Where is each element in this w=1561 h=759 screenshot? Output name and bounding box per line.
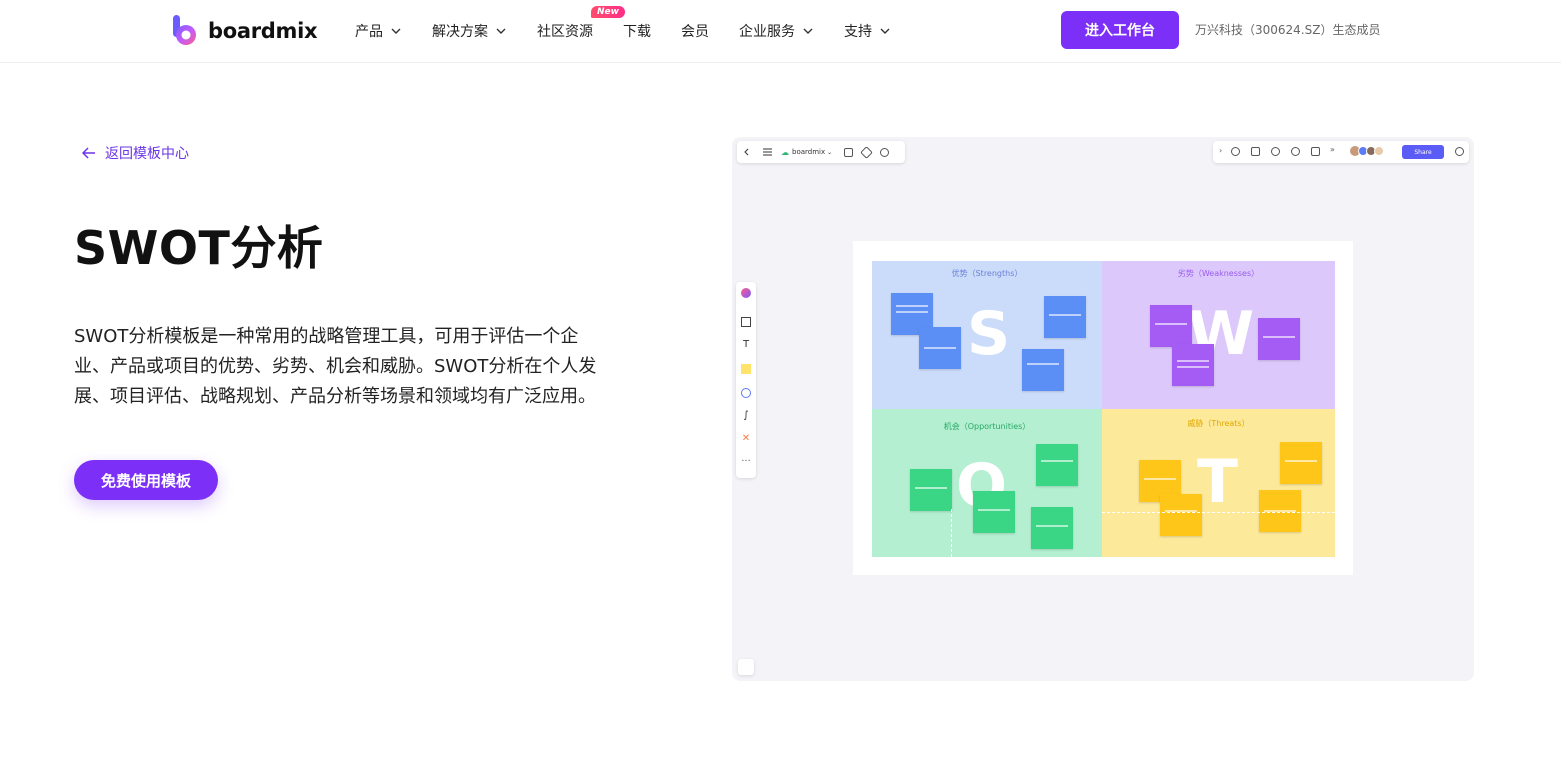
use-template-button[interactable]: 免费使用模板 [74,460,218,500]
nav-item-download[interactable]: 下载 [623,21,651,41]
guide-line [951,509,953,557]
workspace-name: boardmix [792,148,826,156]
site-header: boardmix 产品 解决方案 社区资源 New 下载 会员 企业服务 支持 … [0,0,1561,63]
templates-icon [741,288,751,298]
page-title: SWOT分析 [74,221,324,275]
more-icon: ··· [741,456,751,467]
back-to-templates-link[interactable]: 返回模板中心 [82,143,189,163]
opportunities-quadrant: 机会（Opportunities） O [872,409,1102,557]
threats-quadrant: 威胁（Threats） T [1102,409,1335,557]
chevron-left-icon [744,148,749,156]
sticky-note [1036,444,1078,486]
nav-item-community[interactable]: 社区资源 New [537,6,625,41]
vote-icon [1311,147,1320,156]
nav-item-products[interactable]: 产品 [355,21,402,41]
quadrant-letter: T [1197,447,1238,517]
comment-icon [1271,147,1280,156]
sticky-note [1022,349,1064,391]
ecosystem-text: 万兴科技（300624.SZ）生态成员 [1195,23,1381,37]
nav-item-label: 会员 [681,24,709,40]
back-link-label: 返回模板中心 [105,146,189,162]
preview-side-toolbar: T ∫ ✕ ··· [736,282,756,478]
menu-icon [763,148,772,156]
double-chevron-down-icon: » [1330,145,1335,154]
sticky-note [1160,494,1202,536]
weaknesses-quadrant: 劣势（Weaknesses） W [1102,261,1335,409]
nav-item-membership[interactable]: 会员 [681,21,709,41]
brand-logo[interactable]: boardmix [172,14,318,48]
nav-item-enterprise[interactable]: 企业服务 [739,21,814,41]
main-nav: 产品 解决方案 社区资源 New 下载 会员 企业服务 支持 [355,0,921,62]
sticky-note [1172,344,1214,386]
minimap-icon [738,659,754,675]
chevron-down-icon [496,28,506,34]
avatar [1374,146,1384,156]
shape-icon [741,388,751,398]
nav-item-label: 产品 [355,24,383,40]
quadrant-label: 优势（Strengths） [951,269,1023,278]
sticky-note [910,469,952,511]
new-badge: New [591,6,625,18]
pen-icon: ∫ [743,410,749,421]
chevron-right-icon: › [1219,146,1223,155]
quadrant-letter: S [967,299,1011,369]
sticky-note [1258,318,1300,360]
sticky-note-icon [741,364,751,374]
chevron-down-icon [803,28,813,34]
cursor-icon [1251,147,1260,156]
sticky-note [1044,296,1086,338]
download-icon [844,147,854,157]
template-preview: ☁ boardmix ⌄ › » Share T ∫ ✕ ··· 优势（Stre… [732,137,1474,681]
play-icon [1231,147,1240,156]
arrow-left-icon [82,147,95,159]
boardmix-logo-icon [172,15,198,47]
nav-item-solutions[interactable]: 解决方案 [432,21,507,41]
chevron-down-icon: ⌄ [827,148,833,156]
share-button[interactable]: Share [1402,145,1444,159]
enter-workspace-button[interactable]: 进入工作台 [1061,11,1179,49]
frame-icon [741,317,751,327]
timer-icon [1291,147,1300,156]
sticky-note [1031,507,1073,549]
nav-item-label: 企业服务 [739,24,795,40]
nav-item-label: 支持 [844,24,872,40]
sticky-note [1259,490,1301,532]
swot-board: 优势（Strengths） S 劣势（Weaknesses） W 机会（Oppo… [853,241,1353,575]
tag-icon [860,145,874,159]
cloud-icon: ☁ [781,147,789,157]
sticky-note [1280,442,1322,484]
nav-item-label: 社区资源 [537,24,593,40]
search-icon [880,147,890,157]
quadrant-label: 威胁（Threats） [1187,419,1250,428]
page-description: SWOT分析模板是一种常用的战略管理工具，可用于评估一个企业、产品或项目的优势、… [74,326,597,407]
guide-line [1102,512,1335,514]
sticky-note [1150,305,1192,347]
nav-item-support[interactable]: 支持 [844,21,891,41]
chevron-down-icon [880,28,890,34]
strengths-quadrant: 优势（Strengths） S [872,261,1102,409]
quadrant-label: 机会（Opportunities） [943,422,1031,431]
text-icon: T [742,339,750,350]
chevron-down-icon [391,28,401,34]
nav-item-label: 解决方案 [432,24,488,40]
brand-name: boardmix [208,19,318,43]
preview-toolbar-left: ☁ boardmix ⌄ [737,141,905,163]
connector-icon: ✕ [741,433,751,444]
help-icon [1455,147,1464,156]
preview-toolbar-right: › » Share [1213,141,1469,163]
quadrant-label: 劣势（Weaknesses） [1177,269,1260,278]
sticky-note [919,327,961,369]
nav-item-label: 下载 [623,24,651,40]
sticky-note [973,491,1015,533]
